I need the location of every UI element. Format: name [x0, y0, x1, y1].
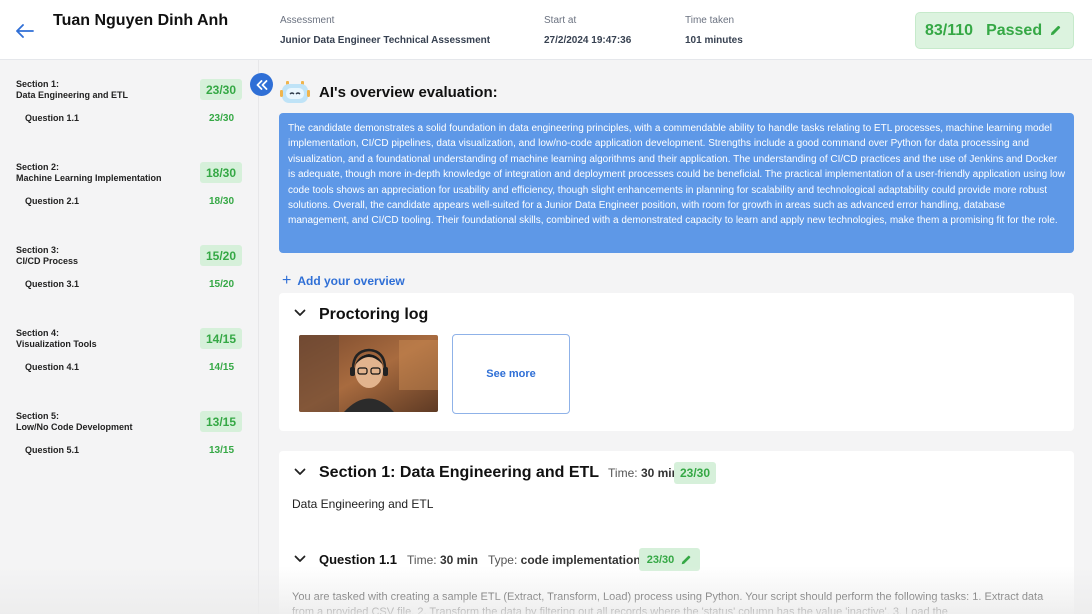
question-label: Question 5.1 — [25, 445, 80, 455]
question-1-1-title: Question 1.1 — [319, 552, 398, 567]
question-score: 23/30 — [646, 553, 675, 566]
section-1-time: Time: 30 min — [608, 466, 679, 480]
see-more-button[interactable]: See more — [452, 334, 570, 414]
question-score-badge[interactable]: 23/30 — [639, 548, 700, 571]
main-content: AI's overview evaluation: The candidate … — [260, 60, 1092, 614]
question-score: 18/30 — [209, 196, 235, 207]
total-score-pill[interactable]: 83/110 Passed — [915, 12, 1074, 49]
question-time: Time: 30 min — [407, 552, 478, 567]
start-label: Start at — [544, 15, 577, 26]
section-title: Section 1: Data Engineering and ETL — [16, 79, 129, 100]
question-label: Question 1.1 — [25, 113, 80, 123]
section-score-badge: 23/30 — [200, 79, 242, 100]
sidebar-question-1-1[interactable]: Question 1.1 23/30 — [0, 113, 259, 127]
question-score: 14/15 — [209, 362, 235, 373]
start-meta: Start at 27/2/2024 19:47:36 — [544, 15, 631, 46]
sidebar-question-2-1[interactable]: Question 2.1 18/30 — [0, 196, 259, 210]
proctoring-log-card: Proctoring log See more — [279, 293, 1074, 431]
section-1-header: Section 1: Data Engineering and ETL Time… — [319, 464, 679, 482]
chevron-down-icon[interactable] — [294, 309, 306, 317]
section-score-badge: 15/20 — [200, 245, 242, 266]
back-arrow-icon[interactable] — [14, 20, 36, 42]
question-1-1-card: Question 1.1 Time: 30 min Type: code imp… — [279, 539, 1074, 614]
section-score-badge: 18/30 — [200, 162, 242, 183]
section-title: Section 5: Low/No Code Development — [16, 411, 133, 432]
plus-icon: + — [282, 272, 292, 289]
start-value: 27/2/2024 19:47:36 — [544, 35, 632, 46]
section-1-card: Section 1: Data Engineering and ETL Time… — [279, 451, 1074, 614]
robot-icon — [280, 78, 310, 106]
section-1-score-badge: 23/30 — [674, 462, 716, 484]
assessment-meta: Assessment Junior Data Engineer Technica… — [280, 15, 490, 46]
question-score: 15/20 — [209, 279, 235, 290]
add-overview-button[interactable]: + Add your overview — [282, 272, 405, 290]
status-badge: Passed — [986, 21, 1043, 39]
assessment-label: Assessment — [280, 15, 335, 26]
total-score: 83/110 — [925, 21, 974, 39]
question-type: Type: code implementation — [487, 552, 641, 567]
sidebar-question-4-1[interactable]: Question 4.1 14/15 — [0, 362, 259, 376]
double-chevron-left-icon — [256, 79, 267, 90]
proctoring-log-title: Proctoring log — [319, 306, 429, 323]
question-score: 13/15 — [209, 445, 235, 456]
section-title: Section 2: Machine Learning Implementatio… — [16, 162, 162, 183]
sidebar-question-3-1[interactable]: Question 3.1 15/20 — [0, 279, 259, 293]
webcam-snapshot[interactable] — [299, 335, 438, 412]
section-title: Section 3: CI/CD Process — [16, 245, 79, 266]
time-taken-value: 101 minutes — [685, 35, 743, 46]
assessment-value: Junior Data Engineer Technical Assessmen… — [280, 35, 491, 46]
section-score-badge: 13/15 — [200, 411, 242, 432]
pencil-icon[interactable] — [1049, 24, 1062, 37]
section-score-badge: 14/15 — [200, 328, 242, 349]
question-score: 23/30 — [209, 113, 235, 124]
sidebar-question-5-1[interactable]: Question 5.1 13/15 — [0, 445, 259, 459]
pencil-icon[interactable] — [680, 554, 692, 566]
ai-overview-text: The candidate demonstrates a solid found… — [279, 113, 1074, 253]
section-1-description: Data Engineering and ETL — [292, 497, 434, 511]
ai-overview-header: AI's overview evaluation: — [280, 78, 498, 106]
sidebar: Section 1: Data Engineering and ETL 23/30… — [0, 60, 259, 614]
header: Tuan Nguyen Dinh Anh Assessment Junior D… — [0, 0, 1092, 60]
question-label: Question 3.1 — [25, 279, 80, 289]
chevron-down-icon[interactable] — [294, 555, 306, 563]
candidate-name: Tuan Nguyen Dinh Anh — [53, 12, 229, 29]
time-taken-label: Time taken — [685, 15, 735, 26]
add-overview-label: Add your overview — [297, 274, 405, 288]
question-label: Question 4.1 — [25, 362, 80, 372]
section-title: Section 4: Visualization Tools — [16, 328, 97, 349]
section-1-title: Section 1: Data Engineering and ETL — [319, 464, 600, 481]
question-body: You are tasked with creating a sample ET… — [292, 591, 1044, 614]
collapse-sidebar-button[interactable] — [250, 73, 273, 96]
ai-overview-title: AI's overview evaluation: — [319, 83, 498, 101]
chevron-down-icon[interactable] — [294, 468, 306, 476]
question-label: Question 2.1 — [25, 196, 80, 206]
time-meta: Time taken 101 minutes — [685, 15, 743, 46]
question-1-1-header: Question 1.1 Time: 30 min Type: code imp… — [319, 552, 641, 567]
